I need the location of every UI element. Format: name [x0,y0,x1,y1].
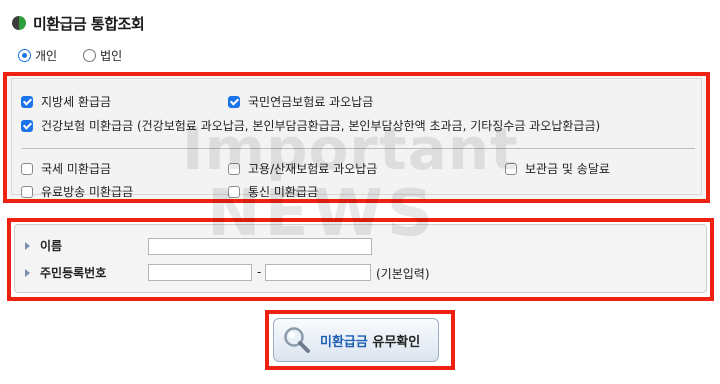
rrn-row: 주민등록번호 [25,264,106,281]
name-input[interactable] [148,238,372,255]
radio-corporation[interactable]: 법인 [83,47,122,64]
checkbox-pay-tv-refund[interactable]: 유료방송 미환급금 [21,183,133,200]
checkbox-indicator[interactable] [228,95,240,108]
checkbox-indicator[interactable] [228,185,240,198]
checkbox-deposit-fee[interactable]: 보관금 및 송달료 [505,160,610,177]
check-refund-button-label: 미환급금 유무확인 [320,331,420,350]
bullet-arrow-icon [25,268,30,277]
checkbox-indicator[interactable] [228,162,240,175]
checkbox-national-pension[interactable]: 국민연금보험료 과오납금 [228,93,373,110]
checkbox-indicator[interactable] [21,119,33,132]
rrn-separator: - [257,265,262,279]
checkbox-label: 보관금 및 송달료 [525,162,610,176]
checkbox-local-tax-refund[interactable]: 지방세 환급금 [21,93,111,110]
checkbox-label: 국세 미환급금 [41,162,112,176]
category-selection-panel: 지방세 환급금 국민연금보험료 과오납금 건강보험 미환급금 (건강보험료 과오… [3,72,710,203]
rrn-front-input[interactable] [148,264,252,281]
checkbox-label: 지방세 환급금 [41,95,112,109]
button-label-primary: 미환급금 [320,334,368,350]
check-refund-button[interactable]: 미환급금 유무확인 [273,318,439,362]
radio-individual-label: 개인 [35,49,58,63]
identity-form-panel: 이름 주민등록번호 - (기본입력) [7,218,714,301]
rrn-back-input[interactable] [265,264,371,281]
bullet-arrow-icon [25,241,30,250]
checkbox-telecom-refund[interactable]: 통신 미환급금 [228,183,318,200]
checkbox-label: 유료방송 미환급금 [41,185,134,199]
name-row: 이름 [25,237,62,254]
radio-individual[interactable]: 개인 [18,47,57,64]
identity-form-inner: 이름 주민등록번호 - (기본입력) [14,224,707,293]
checkbox-indicator[interactable] [21,95,33,108]
green-leaf-icon [12,16,26,30]
radio-corporation-indicator[interactable] [83,49,97,62]
rrn-hint: (기본입력) [376,267,430,281]
radio-corporation-label: 법인 [100,49,123,63]
checkbox-indicator[interactable] [21,162,33,175]
checkbox-label: 고용/산재보험료 과오납금 [248,162,378,176]
rrn-label: 주민등록번호 [40,266,107,280]
checkbox-label: 통신 미환급금 [248,185,319,199]
checkbox-health-insurance[interactable]: 건강보험 미환급금 (건강보험료 과오납금, 본인부담금환급금, 본인부담상한액… [21,117,600,134]
checkbox-indicator[interactable] [505,162,517,175]
submit-highlight: 미환급금 유무확인 [265,310,455,370]
checkbox-employment-insurance[interactable]: 고용/산재보험료 과오납금 [228,160,377,177]
button-label-secondary: 유무확인 [372,334,421,350]
page-title: 미환급금 통합조회 [33,14,145,33]
checkbox-national-tax-refund[interactable]: 국세 미환급금 [21,160,111,177]
checkbox-label: 건강보험 미환급금 (건강보험료 과오납금, 본인부담금환급금, 본인부담상한액… [41,119,601,133]
person-type-group: 개인 법인 [18,47,148,64]
magnifier-icon [284,327,310,353]
radio-individual-indicator[interactable] [18,49,31,62]
name-label: 이름 [40,239,63,253]
category-panel-inner: 지방세 환급금 국민연금보험료 과오납금 건강보험 미환급금 (건강보험료 과오… [11,78,702,199]
checkbox-indicator[interactable] [21,185,33,198]
checkbox-label: 국민연금보험료 과오납금 [248,95,374,109]
divider [22,148,695,149]
page-header: 미환급금 통합조회 [11,12,145,34]
